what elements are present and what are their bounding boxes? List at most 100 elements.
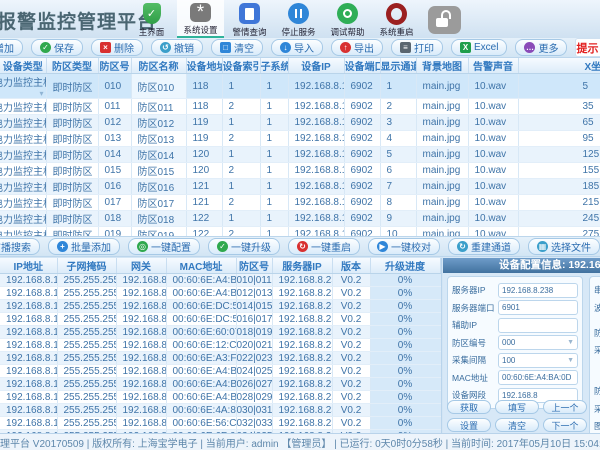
column-header[interactable]: 防区类型 (46, 58, 98, 74)
table-cell[interactable]: 电力监控主机 (0, 195, 46, 211)
table-cell[interactable]: 118 (186, 74, 222, 99)
table-cell[interactable]: V0.2 (332, 404, 370, 417)
zone-number-select[interactable] (498, 335, 578, 350)
table-cell[interactable]: 192.168.8.1 (116, 339, 166, 352)
table-row[interactable]: 电力监控主机即时防区011防区01111821192.168.8.1186902… (0, 99, 600, 115)
table-cell[interactable]: 1 (222, 179, 260, 195)
tab-debug-help[interactable]: 调试帮助 (324, 0, 371, 38)
table-cell[interactable]: 6902 (344, 147, 380, 163)
table-cell[interactable]: 10.wav (468, 227, 518, 237)
table-cell[interactable]: 10.wav (468, 195, 518, 211)
table-cell[interactable]: 119 (186, 131, 222, 147)
table-cell[interactable]: V0.2 (332, 274, 370, 287)
table-row[interactable]: 192.168.8.121255.255.255.0192.168.8.100:… (0, 313, 440, 326)
table-cell[interactable]: 192.168.8.118 (0, 274, 57, 287)
table-cell[interactable]: 6902 (344, 131, 380, 147)
table-cell[interactable]: 10.wav (468, 179, 518, 195)
table-cell[interactable]: 0% (370, 313, 440, 326)
table-cell[interactable]: 010|011 (236, 274, 272, 287)
table-row[interactable]: 192.168.8.123255.255.255.0192.168.8.100:… (0, 339, 440, 352)
table-row[interactable]: 192.168.8.120255.255.255.0192.168.8.100:… (0, 300, 440, 313)
column-header[interactable]: 子网掩码 (57, 258, 116, 274)
table-cell[interactable]: 026|027 (236, 378, 272, 391)
table-cell[interactable]: 0% (370, 417, 440, 430)
table-cell[interactable]: 192.168.8.1 (116, 378, 166, 391)
table-cell[interactable]: 00:60:6E:A4:BA:01 (166, 391, 236, 404)
table-cell[interactable]: 192.168.8.238 (272, 378, 332, 391)
table-cell[interactable]: 防区013 (131, 131, 186, 147)
table-cell[interactable]: 120 (186, 163, 222, 179)
table-cell[interactable]: 013 (98, 131, 131, 147)
table-cell[interactable]: 电力监控主机 (0, 74, 46, 99)
table-row[interactable]: 192.168.8.122255.255.255.0192.168.8.100:… (0, 326, 440, 339)
set-button[interactable]: 设置 (447, 418, 491, 432)
table-cell[interactable]: 0% (370, 391, 440, 404)
table-row[interactable]: 192.168.8.118255.255.255.0192.168.8.100:… (0, 274, 440, 287)
one-key-config-button[interactable]: ◎ 一键配置 (128, 238, 200, 255)
table-cell[interactable]: main.jpg (416, 115, 468, 131)
column-header[interactable]: 告警声音 (468, 58, 518, 74)
save-button[interactable]: ✓ 保存 (31, 39, 83, 56)
table-cell[interactable]: 即时防区 (46, 147, 98, 163)
table-cell[interactable]: 011 (98, 99, 131, 115)
table-cell[interactable]: 即时防区 (46, 115, 98, 131)
unlock-icon[interactable] (428, 6, 461, 34)
table-cell[interactable]: 192.168.8.1 (116, 352, 166, 365)
table-row[interactable]: 192.168.8.126255.255.255.0192.168.8.100:… (0, 378, 440, 391)
table-cell[interactable]: 016|017 (236, 313, 272, 326)
table-cell[interactable]: 即时防区 (46, 74, 98, 99)
table-cell[interactable]: 255.255.255.0 (57, 391, 116, 404)
table-cell[interactable]: 00:60:6E:60:07:8E (166, 326, 236, 339)
next-button[interactable]: 下一个 (543, 418, 587, 432)
table-cell[interactable]: 192.168.8.1 (116, 404, 166, 417)
table-cell[interactable]: 00:60:6E:12:C8:BD (166, 339, 236, 352)
table-row[interactable]: 电力监控主机即时防区015防区01512021192.168.8.1206902… (0, 163, 600, 179)
table-cell[interactable]: main.jpg (416, 195, 468, 211)
table-cell[interactable]: 255.255.255.0 (57, 287, 116, 300)
table-cell[interactable]: 防区014 (131, 147, 186, 163)
column-header[interactable]: 子系统 (260, 58, 288, 74)
previous-button[interactable]: 上一个 (543, 400, 587, 414)
table-cell[interactable]: 010 (98, 74, 131, 99)
table-cell[interactable]: 192.168.8.1 (116, 391, 166, 404)
table-cell[interactable]: 即时防区 (46, 227, 98, 237)
table-cell[interactable]: 192.168.8.238 (272, 326, 332, 339)
table-cell[interactable]: 255.255.255.0 (57, 300, 116, 313)
table-cell[interactable]: 2 (222, 131, 260, 147)
table-cell[interactable]: main.jpg (416, 227, 468, 237)
table-cell[interactable]: 00:60:6E:56:CB:E5 (166, 417, 236, 430)
table-cell[interactable]: 2 (380, 99, 416, 115)
table-cell[interactable]: V0.2 (332, 365, 370, 378)
table-cell[interactable]: 10.wav (468, 131, 518, 147)
table-cell[interactable]: 192.168.8.1 (116, 313, 166, 326)
fetch-button[interactable]: 获取 (447, 400, 491, 414)
aux-ip-input[interactable] (498, 318, 578, 333)
table-cell[interactable]: 122 (186, 227, 222, 237)
table-cell[interactable]: 8 (380, 195, 416, 211)
table-row[interactable]: 电力监控主机即时防区018防区01812211192.168.8.1226902… (0, 211, 600, 227)
table-cell[interactable]: 10.wav (468, 115, 518, 131)
table-cell[interactable]: 192.168.8.238 (272, 300, 332, 313)
table-cell[interactable]: 10.wav (468, 74, 518, 99)
table-cell[interactable]: 防区010 (131, 74, 186, 99)
table-cell[interactable]: 电力监控主机 (0, 227, 46, 237)
table-cell[interactable]: 014|015 (236, 300, 272, 313)
table-cell[interactable]: 电力监控主机 (0, 179, 46, 195)
table-cell[interactable]: 1 (260, 147, 288, 163)
table-cell[interactable]: 192.168.8.119 (288, 131, 344, 147)
table-cell[interactable]: 192.168.8.1 (116, 326, 166, 339)
table-cell[interactable]: 6902 (344, 211, 380, 227)
table-cell[interactable]: 192.168.8.238 (272, 417, 332, 430)
table-cell[interactable]: 即时防区 (46, 99, 98, 115)
table-cell[interactable]: 017 (98, 195, 131, 211)
table-cell[interactable]: 119 (186, 115, 222, 131)
table-cell[interactable]: 255.255.255.0 (57, 326, 116, 339)
column-header[interactable]: 设备IP (288, 58, 344, 74)
table-cell[interactable]: 024|025 (236, 365, 272, 378)
table-cell[interactable]: 1 (260, 195, 288, 211)
table-cell[interactable]: 192.168.8.118 (288, 74, 344, 99)
import-button[interactable]: ↓ 导入 (271, 39, 323, 56)
table-cell[interactable]: 192.168.8.238 (272, 352, 332, 365)
table-cell[interactable]: 192.168.8.1 (116, 365, 166, 378)
table-cell[interactable]: 028|029 (236, 391, 272, 404)
